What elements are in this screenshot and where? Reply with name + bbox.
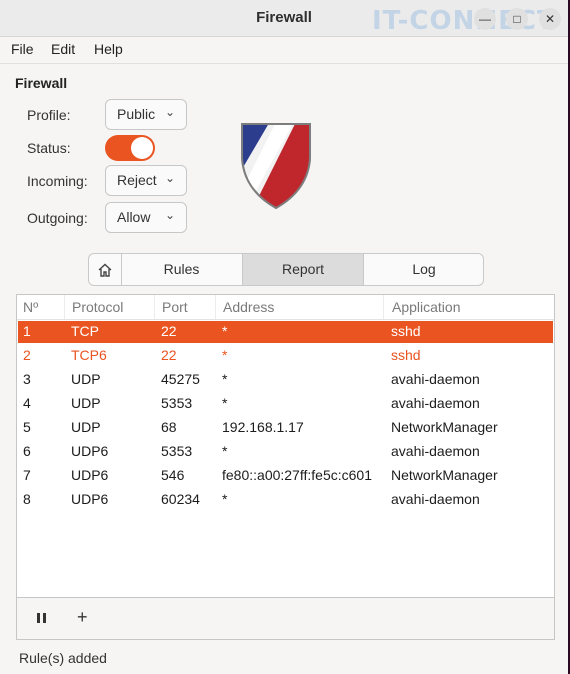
incoming-value: Reject	[117, 172, 157, 188]
cell-application: NetworkManager	[391, 419, 498, 435]
cell-port: 60234	[161, 491, 200, 507]
cell-port: 546	[161, 467, 185, 483]
cell-number: 4	[23, 395, 31, 411]
cell-protocol: UDP6	[71, 491, 109, 507]
header-number[interactable]: Nº	[23, 299, 38, 315]
cell-protocol: TCP6	[71, 347, 107, 363]
cell-port: 22	[161, 347, 177, 363]
home-icon	[98, 263, 112, 277]
pause-button[interactable]	[36, 611, 48, 629]
table-row[interactable]: 2 TCP6 22 * sshd	[18, 345, 553, 367]
cell-port: 68	[161, 419, 177, 435]
tab-home[interactable]	[89, 254, 122, 285]
cell-protocol: UDP	[71, 371, 101, 387]
cell-number: 7	[23, 467, 31, 483]
table-row[interactable]: 5 UDP 68 192.168.1.17 NetworkManager	[18, 417, 553, 439]
cell-address: 192.168.1.17	[222, 419, 304, 435]
cell-number: 6	[23, 443, 31, 459]
chevron-down-icon: ⌄	[164, 208, 175, 222]
title-bar: IT-CONNECT Firewall — □ ✕	[0, 0, 568, 37]
incoming-combo[interactable]: Reject ⌄	[105, 165, 187, 196]
section-title: Firewall	[15, 75, 68, 91]
profile-value: Public	[117, 106, 156, 122]
cell-application: avahi-daemon	[391, 395, 480, 411]
cell-address: *	[222, 491, 228, 507]
cell-address: *	[222, 347, 228, 363]
menu-file[interactable]: File	[11, 41, 34, 57]
minimize-icon[interactable]: —	[474, 8, 496, 30]
cell-address: *	[222, 323, 228, 339]
profile-label: Profile:	[27, 107, 71, 123]
cell-protocol: UDP6	[71, 443, 109, 459]
cell-number: 1	[23, 323, 31, 339]
cell-address: *	[222, 443, 228, 459]
profile-combo[interactable]: Public ⌄	[105, 99, 187, 130]
cell-protocol: TCP	[71, 323, 99, 339]
outgoing-label: Outgoing:	[27, 210, 88, 226]
incoming-label: Incoming:	[27, 173, 88, 189]
cell-application: avahi-daemon	[391, 371, 480, 387]
header-application[interactable]: Application	[392, 299, 461, 315]
cell-number: 3	[23, 371, 31, 387]
menu-bar: File Edit Help	[0, 37, 568, 64]
cell-number: 8	[23, 491, 31, 507]
rules-toolbar: +	[16, 598, 555, 640]
firewall-window: IT-CONNECT Firewall — □ ✕ File Edit Help…	[0, 0, 570, 674]
cell-port: 45275	[161, 371, 200, 387]
shield-icon	[241, 123, 311, 210]
cell-application: sshd	[391, 323, 421, 339]
cell-application: sshd	[391, 347, 421, 363]
tab-log[interactable]: Log	[364, 254, 483, 285]
cell-port: 22	[161, 323, 177, 339]
tab-report[interactable]: Report	[243, 254, 364, 285]
view-tabs: Rules Report Log	[88, 253, 484, 286]
table-row[interactable]: 1 TCP 22 * sshd	[18, 321, 553, 343]
table-header: Nº Protocol Port Address Application	[17, 295, 554, 320]
plus-icon: +	[77, 607, 88, 627]
maximize-icon[interactable]: □	[506, 8, 528, 30]
outgoing-value: Allow	[117, 209, 151, 225]
status-toggle[interactable]	[105, 135, 155, 161]
cell-address: *	[222, 371, 228, 387]
report-table: Nº Protocol Port Address Application 1 TC…	[16, 294, 555, 598]
header-port[interactable]: Port	[162, 299, 188, 315]
cell-number: 2	[23, 347, 31, 363]
status-label: Status:	[27, 140, 71, 156]
cell-number: 5	[23, 419, 31, 435]
cell-protocol: UDP6	[71, 467, 109, 483]
table-row[interactable]: 3 UDP 45275 * avahi-daemon	[18, 369, 553, 391]
add-rule-button[interactable]: +	[77, 607, 88, 628]
cell-port: 5353	[161, 443, 193, 459]
cell-application: avahi-daemon	[391, 443, 480, 459]
close-icon[interactable]: ✕	[539, 8, 561, 30]
cell-protocol: UDP	[71, 395, 101, 411]
cell-port: 5353	[161, 395, 193, 411]
cell-protocol: UDP	[71, 419, 101, 435]
table-row[interactable]: 7 UDP6 546 fe80::a00:27ff:fe5c:c601 NetworkM…	[18, 465, 553, 487]
pause-icon	[37, 613, 46, 623]
cell-address: fe80::a00:27ff:fe5c:c601	[222, 467, 372, 483]
toggle-knob	[131, 137, 153, 159]
header-protocol[interactable]: Protocol	[72, 299, 123, 315]
tab-rules[interactable]: Rules	[121, 254, 243, 285]
menu-help[interactable]: Help	[94, 41, 123, 57]
chevron-down-icon: ⌄	[164, 105, 175, 119]
cell-address: *	[222, 395, 228, 411]
table-row[interactable]: 4 UDP 5353 * avahi-daemon	[18, 393, 553, 415]
menu-edit[interactable]: Edit	[51, 41, 75, 57]
outgoing-combo[interactable]: Allow ⌄	[105, 202, 187, 233]
table-row[interactable]: 8 UDP6 60234 * avahi-daemon	[18, 489, 553, 511]
chevron-down-icon: ⌄	[164, 171, 175, 185]
header-address[interactable]: Address	[223, 299, 274, 315]
table-row[interactable]: 6 UDP6 5353 * avahi-daemon	[18, 441, 553, 463]
status-bar-text: Rule(s) added	[19, 650, 107, 666]
cell-application: NetworkManager	[391, 467, 498, 483]
cell-application: avahi-daemon	[391, 491, 480, 507]
